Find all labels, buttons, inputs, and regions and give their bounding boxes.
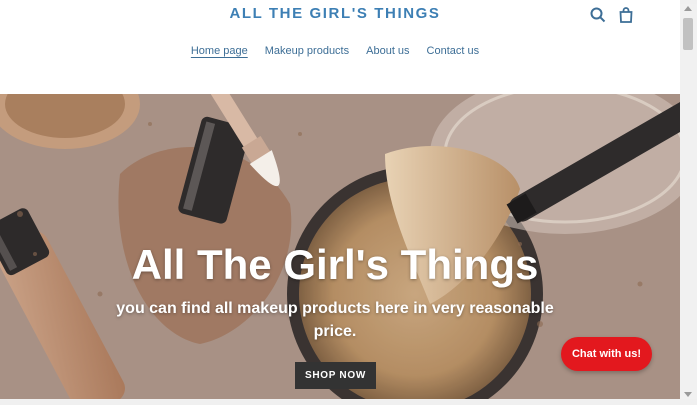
site-logo[interactable]: ALL THE GIRL'S THINGS bbox=[0, 5, 670, 22]
hero-subtitle: you can find all makeup products here in… bbox=[116, 300, 554, 340]
window-bottom-edge bbox=[0, 399, 697, 405]
search-icon[interactable] bbox=[589, 6, 607, 24]
chat-with-us-button[interactable]: Chat with us! bbox=[561, 337, 652, 371]
nav-makeup-products[interactable]: Makeup products bbox=[265, 45, 349, 57]
site-header: ALL THE GIRL'S THINGS Home page Makeup p… bbox=[0, 0, 680, 94]
main-navigation: Home page Makeup products About us Conta… bbox=[0, 45, 670, 57]
nav-home-page[interactable]: Home page bbox=[191, 45, 248, 57]
scroll-up-arrow-icon[interactable] bbox=[684, 6, 692, 11]
scroll-down-arrow-icon[interactable] bbox=[684, 392, 692, 397]
nav-about-us[interactable]: About us bbox=[366, 45, 409, 57]
nav-contact-us[interactable]: Contact us bbox=[427, 45, 480, 57]
page-viewport: ALL THE GIRL'S THINGS Home page Makeup p… bbox=[0, 0, 680, 399]
shop-now-button[interactable]: SHOP NOW bbox=[295, 362, 376, 389]
shopping-bag-icon[interactable] bbox=[617, 6, 635, 24]
scrollbar-thumb[interactable] bbox=[683, 18, 693, 50]
hero-title: All The Girl's Things bbox=[131, 241, 539, 288]
vertical-scrollbar[interactable] bbox=[680, 4, 697, 399]
